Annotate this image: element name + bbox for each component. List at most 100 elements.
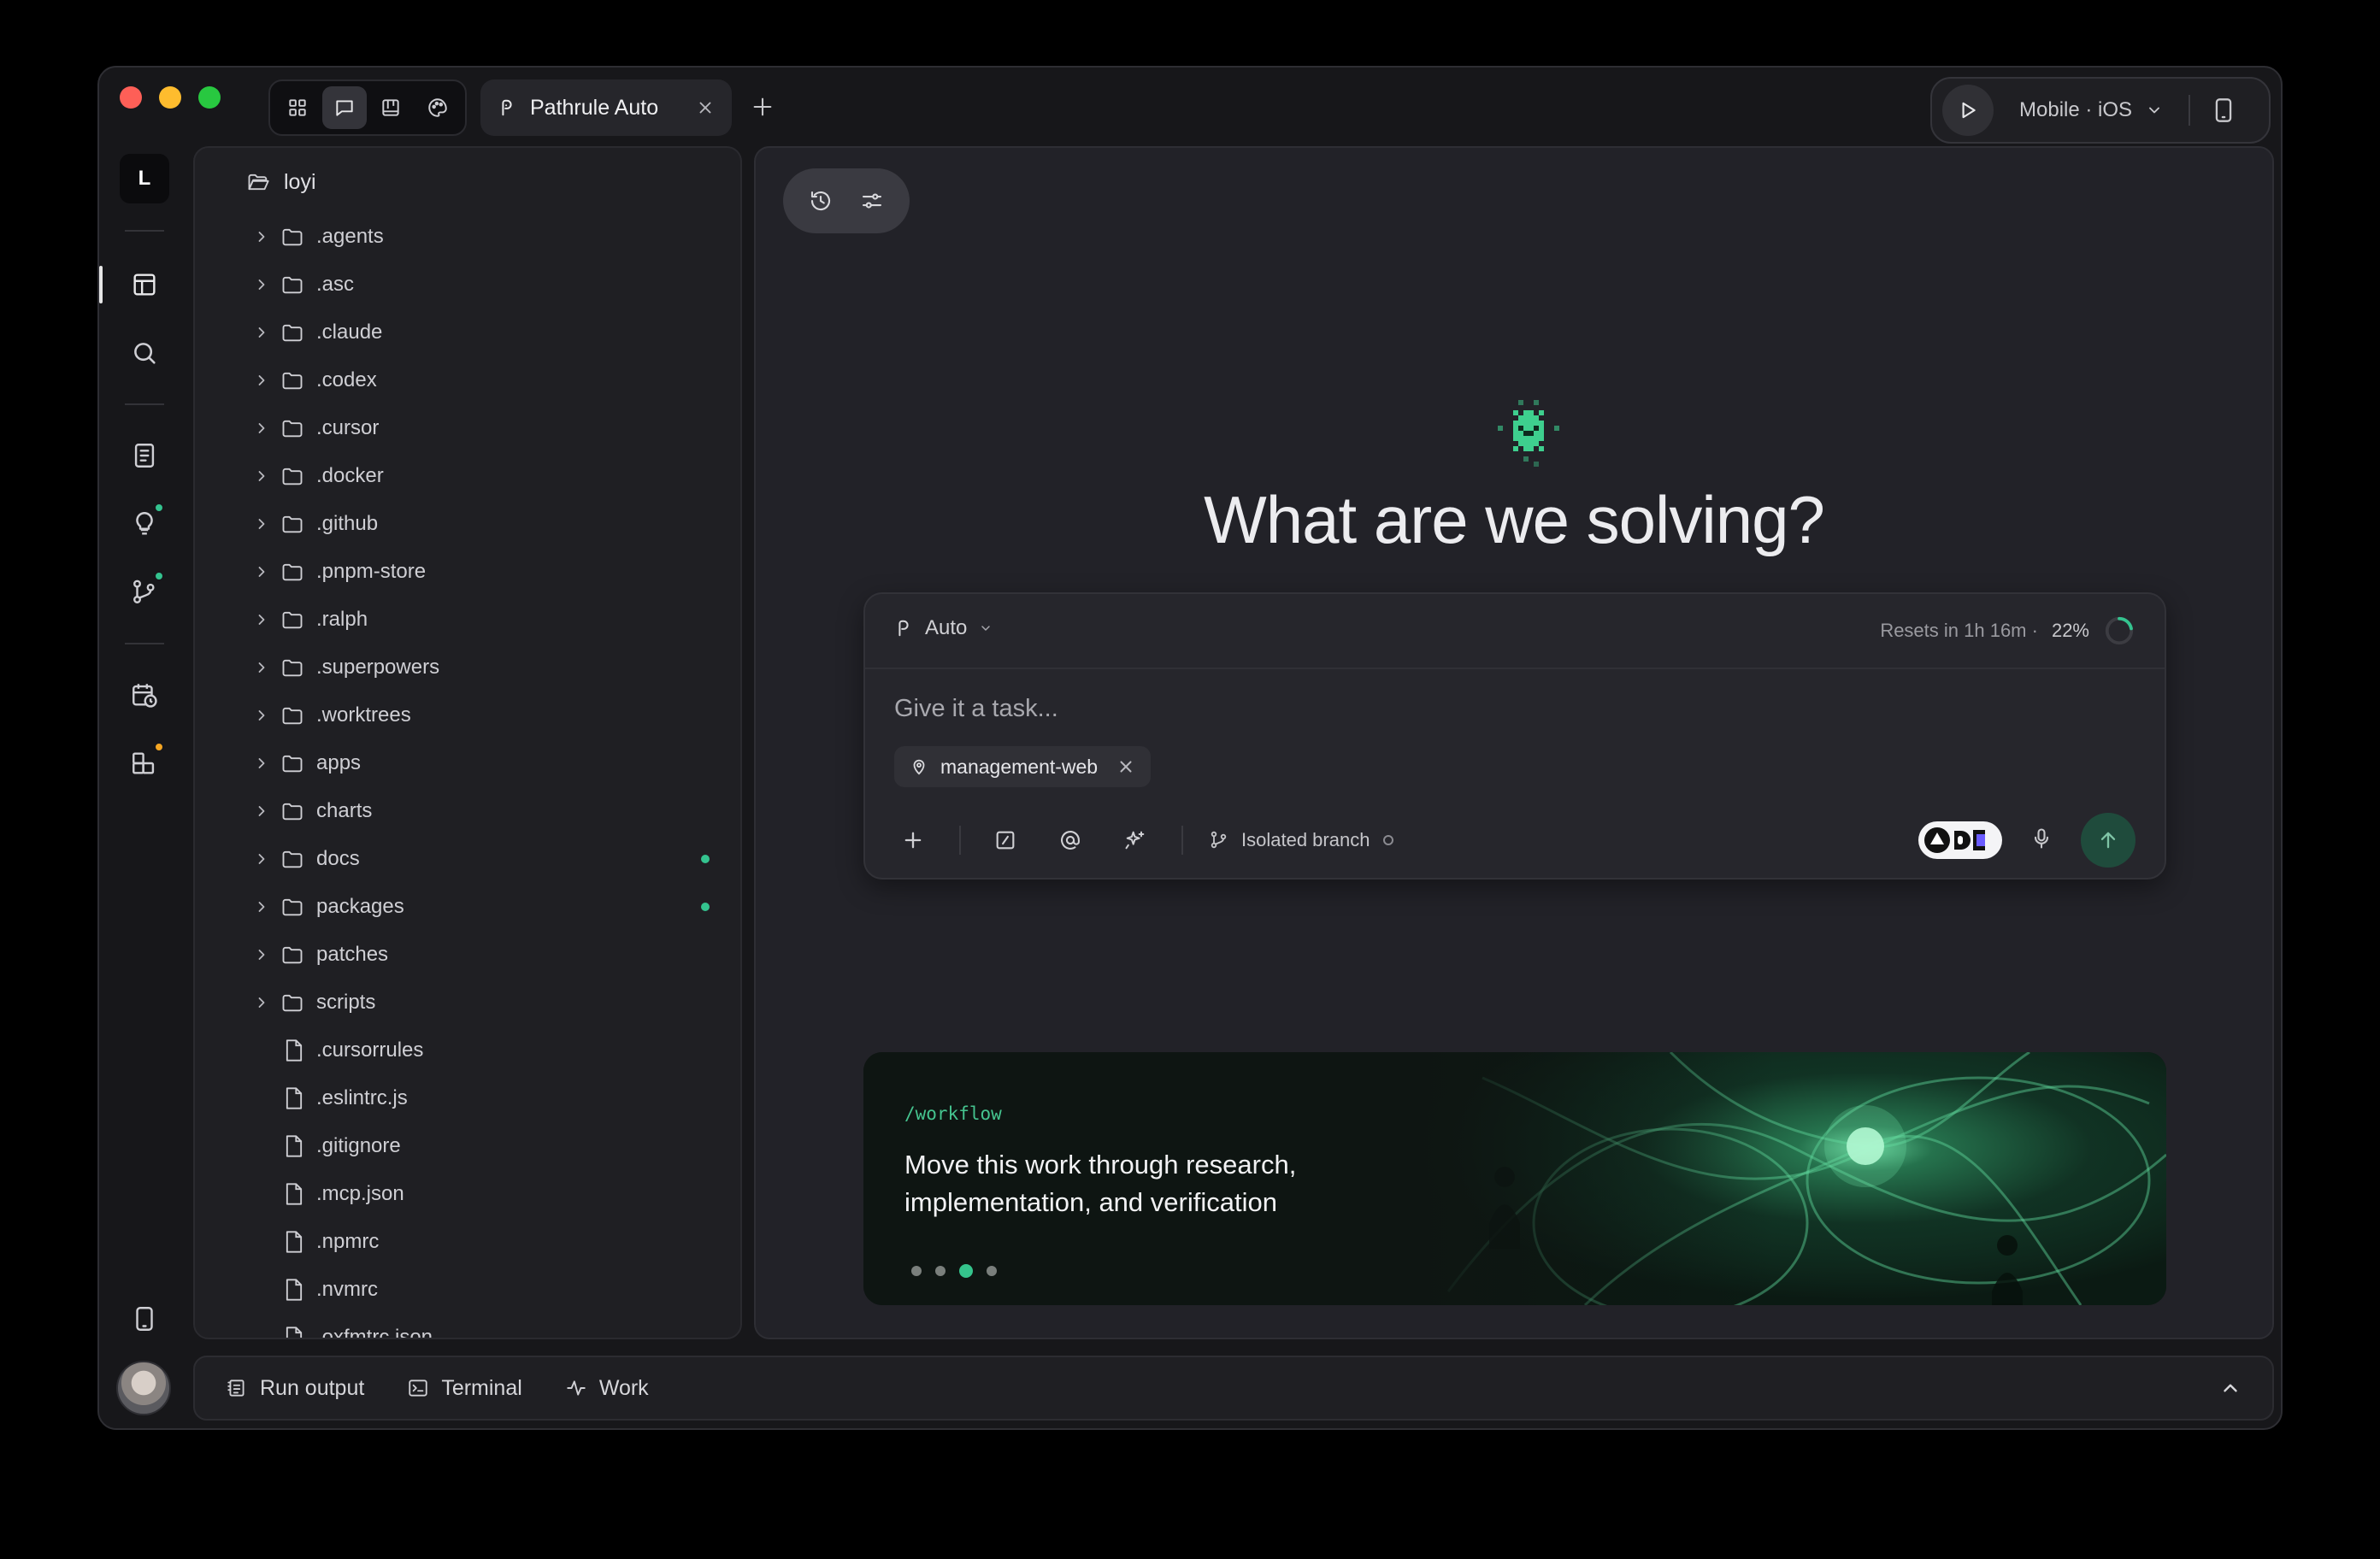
close-tab-icon[interactable] (696, 98, 715, 117)
minimize-window-button[interactable] (159, 86, 181, 109)
workspace-avatar[interactable]: L (120, 154, 169, 203)
carousel-dot[interactable] (911, 1266, 922, 1276)
user-avatar[interactable] (116, 1361, 171, 1415)
theme-view-button[interactable] (415, 86, 461, 129)
tree-file[interactable]: .oxfmtrc.json (195, 1314, 740, 1339)
close-window-button[interactable] (120, 86, 142, 109)
tree-folder[interactable]: packages (195, 883, 740, 931)
tree-folder[interactable]: charts (195, 787, 740, 835)
chat-view-button[interactable] (321, 86, 367, 129)
chevron-right-icon[interactable] (253, 898, 270, 915)
tree-folder[interactable]: patches (195, 931, 740, 979)
chevron-down-icon[interactable] (2146, 102, 2163, 119)
folder-icon (282, 898, 303, 916)
chevron-right-icon[interactable] (253, 707, 270, 724)
file-icon (286, 1231, 303, 1253)
tree-file[interactable]: .eslintrc.js (195, 1074, 740, 1122)
voice-input-button[interactable] (2029, 827, 2053, 855)
chevron-right-icon[interactable] (253, 276, 270, 293)
zoom-window-button[interactable] (198, 86, 221, 109)
workflow-promo-card[interactable]: /workflow Move this work through researc… (863, 1052, 2166, 1305)
chevron-right-icon[interactable] (253, 372, 270, 389)
send-button[interactable] (2081, 813, 2136, 868)
integrations-button[interactable] (1918, 821, 2002, 859)
chevron-right-icon[interactable] (253, 994, 270, 1011)
chevron-right-icon[interactable] (253, 324, 270, 341)
rail-explorer-button[interactable] (127, 268, 162, 302)
carousel-dot[interactable] (935, 1266, 946, 1276)
tree-item-label: .nvmrc (316, 1278, 378, 1301)
rail-search-button[interactable] (127, 336, 162, 370)
tree-file[interactable]: .nvmrc (195, 1266, 740, 1314)
rail-docs-button[interactable] (127, 438, 162, 473)
attach-button[interactable] (894, 821, 932, 859)
chevron-right-icon[interactable] (253, 803, 270, 820)
tree-folder[interactable]: .claude (195, 309, 740, 356)
enhance-prompt-button[interactable] (1116, 821, 1154, 859)
mention-button[interactable] (1052, 821, 1089, 859)
main-panel: What are we solving? Auto Resets in 1h 1… (754, 146, 2274, 1339)
tree-folder[interactable]: scripts (195, 979, 740, 1027)
run-button[interactable] (1942, 85, 1994, 136)
tree-folder[interactable]: .agents (195, 213, 740, 261)
chevron-right-icon[interactable] (253, 563, 270, 580)
chevron-right-icon[interactable] (253, 755, 270, 772)
window-controls (120, 86, 221, 109)
chevron-right-icon[interactable] (253, 659, 270, 676)
branch-mode-toggle[interactable]: Isolated branch (1209, 829, 1394, 851)
rail-divider (125, 230, 164, 232)
settings-sliders-icon[interactable] (859, 188, 885, 214)
tree-folder[interactable]: .github (195, 500, 740, 548)
new-tab-button[interactable] (744, 88, 781, 126)
pathrule-logo-icon (898, 620, 909, 637)
tree-item-label: .mcp.json (316, 1182, 404, 1205)
tree-folder[interactable]: .superpowers (195, 644, 740, 691)
tree-folder[interactable]: .ralph (195, 596, 740, 644)
history-icon[interactable] (808, 188, 834, 214)
close-icon[interactable] (1116, 757, 1135, 776)
tree-folder[interactable]: .pnpm-store (195, 548, 740, 596)
tree-folder[interactable]: .cursor (195, 404, 740, 452)
tree-folder[interactable]: apps (195, 739, 740, 787)
grid-view-button[interactable] (275, 86, 321, 129)
tree-folder[interactable]: .asc (195, 261, 740, 309)
chevron-right-icon[interactable] (253, 946, 270, 963)
tree-item-label: .oxfmtrc.json (316, 1326, 433, 1339)
tree-folder[interactable]: docs (195, 835, 740, 883)
tree-root[interactable]: loyi (246, 165, 316, 199)
app-logo-icon (1498, 400, 1559, 467)
model-selector[interactable]: Auto (894, 616, 993, 640)
chevron-right-icon[interactable] (253, 611, 270, 628)
board-view-button[interactable] (368, 86, 414, 129)
file-icon (286, 1039, 303, 1062)
grid-icon (289, 99, 306, 116)
tree-folder[interactable]: .docker (195, 452, 740, 500)
tab-work[interactable]: Work (565, 1376, 649, 1401)
chevron-right-icon[interactable] (253, 468, 270, 485)
tree-file[interactable]: .npmrc (195, 1218, 740, 1266)
layout-icon (133, 274, 156, 296)
tree-file[interactable]: .cursorrules (195, 1027, 740, 1074)
tree-folder[interactable]: .codex (195, 356, 740, 404)
carousel-dot[interactable] (959, 1264, 973, 1278)
rail-schedule-button[interactable] (127, 678, 162, 712)
tab-pathrule-auto[interactable]: Pathrule Auto (480, 79, 732, 136)
run-target-label[interactable]: Mobile · iOS (2019, 98, 2132, 122)
chevron-right-icon[interactable] (253, 850, 270, 868)
device-preview-icon[interactable] (2212, 97, 2235, 123)
tab-terminal[interactable]: Terminal (407, 1376, 522, 1401)
tree-folder[interactable]: .worktrees (195, 691, 740, 739)
tree-file[interactable]: .mcp.json (195, 1170, 740, 1218)
chevron-up-icon[interactable] (2219, 1377, 2242, 1399)
rail-device-button[interactable] (127, 1302, 162, 1336)
chevron-right-icon[interactable] (253, 420, 270, 437)
tree-file[interactable]: .gitignore (195, 1122, 740, 1170)
page-title: What are we solving? (1204, 482, 1825, 557)
context-chip[interactable]: management-web (894, 746, 1152, 787)
chevron-right-icon[interactable] (253, 515, 270, 532)
task-input[interactable]: Give it a task... (894, 695, 1058, 723)
slash-command-button[interactable] (987, 821, 1024, 859)
chevron-right-icon[interactable] (253, 228, 270, 245)
carousel-dot[interactable] (987, 1266, 997, 1276)
tab-run-output[interactable]: Run output (226, 1376, 364, 1401)
